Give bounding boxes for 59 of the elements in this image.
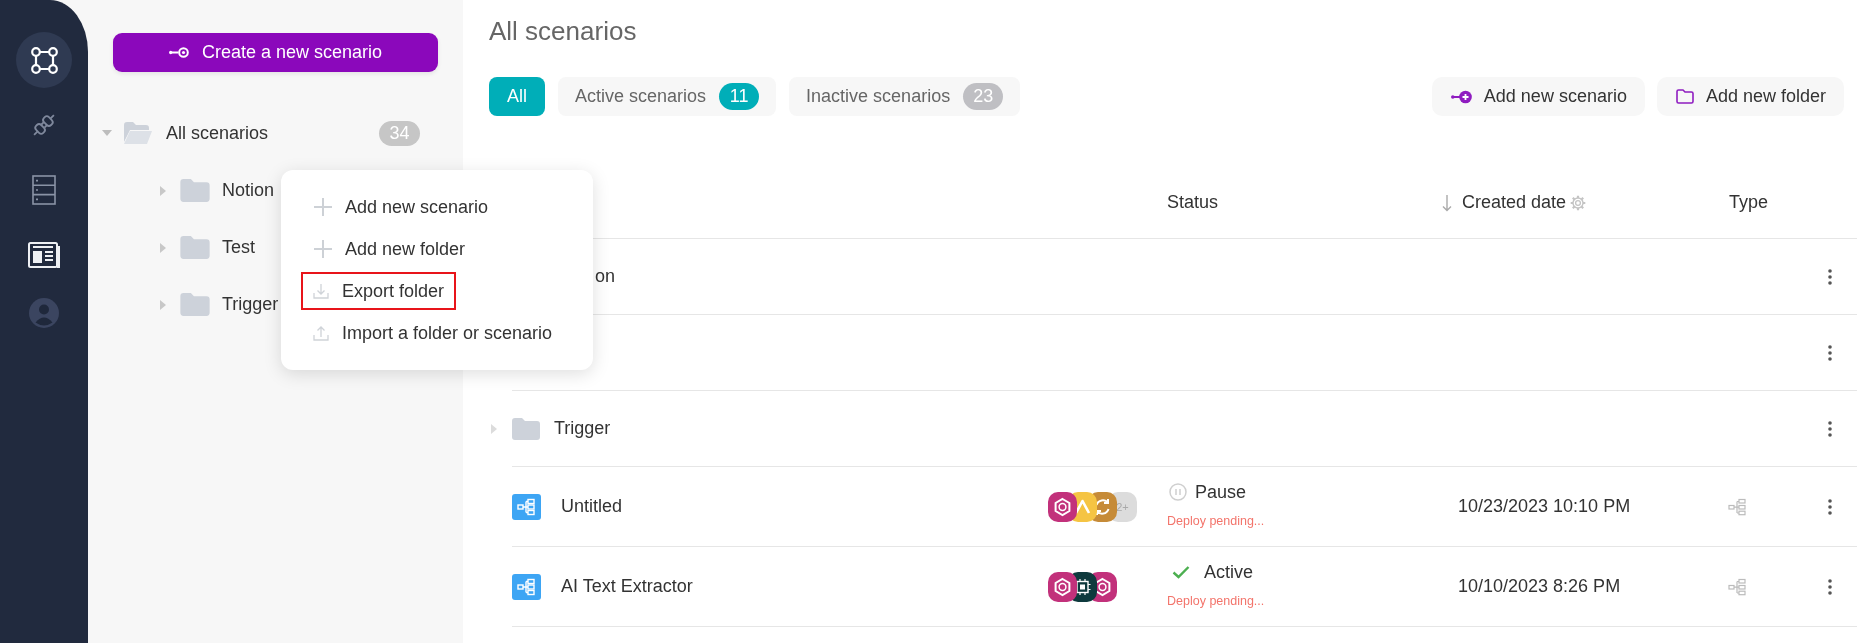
created-date: 10/10/2023 8:26 PM (1458, 576, 1621, 596)
pause-icon (1169, 483, 1187, 501)
add-folder-button[interactable]: Add new folder (1656, 77, 1844, 116)
check-icon (1172, 565, 1190, 579)
column-header[interactable]: Status (1167, 192, 1219, 213)
avatar-icon (29, 298, 59, 328)
flow-icon (30, 46, 58, 74)
more-options-icon[interactable] (1828, 344, 1832, 361)
count-badge: 34 (379, 120, 420, 146)
folder-icon (180, 293, 210, 316)
tree-item-label[interactable]: All scenarios (166, 122, 269, 144)
sort-descending-icon[interactable] (1442, 193, 1452, 212)
count-badge: 11 (719, 83, 760, 110)
connector-icon (168, 47, 189, 58)
nav-button[interactable] (16, 32, 72, 88)
more-options-icon[interactable] (1828, 498, 1832, 515)
plus-icon (313, 239, 333, 259)
folder-name[interactable]: Trigger (554, 418, 611, 439)
filter-tab[interactable]: Active scenarios 11 (558, 77, 777, 116)
tree-item-label[interactable]: Test (222, 237, 255, 258)
menu-item[interactable]: Add new folder (301, 230, 478, 268)
folder-outline-icon (1675, 89, 1694, 104)
download-icon (313, 283, 329, 299)
tree-item-label[interactable]: Notion (222, 180, 275, 201)
flowchart-icon (512, 573, 541, 600)
menu-item[interactable]: Export folder (301, 272, 457, 310)
server-icon (32, 175, 56, 205)
newspaper-icon (28, 242, 60, 268)
flowchart-icon (512, 493, 541, 520)
status-label: Active (1204, 561, 1254, 583)
more-options-icon[interactable] (1828, 420, 1832, 437)
page-title: All scenarios (489, 16, 637, 46)
status-note: Deploy pending... (1167, 513, 1265, 528)
status-label: Pause (1195, 481, 1247, 503)
add-scenario-button[interactable]: Add new scenario (1431, 77, 1645, 116)
created-date: 10/23/2023 10:10 PM (1458, 496, 1631, 516)
flowchart-icon (1728, 497, 1746, 516)
scenario-name[interactable]: AI Text Extractor (561, 576, 693, 597)
menu-item[interactable]: Import a folder or scenario (301, 314, 565, 352)
column-header[interactable]: Type (1729, 192, 1769, 213)
folder-name[interactable]: on (595, 266, 616, 287)
count-badge: 23 (963, 83, 1004, 110)
more-options-icon[interactable] (1828, 268, 1832, 285)
menu-item[interactable]: Add new scenario (301, 188, 501, 226)
filter-tab[interactable]: Inactive scenarios 23 (789, 77, 1021, 116)
folder-icon (180, 179, 210, 202)
tree-item-label[interactable]: Trigger (222, 294, 279, 315)
more-options-icon[interactable] (1828, 578, 1832, 595)
status-note: Deploy pending... (1167, 593, 1265, 608)
flowchart-icon (1728, 577, 1746, 596)
plus-icon (313, 197, 333, 217)
upload-icon (313, 325, 329, 341)
folder-icon (512, 417, 540, 440)
scenario-name[interactable]: Untitled (561, 496, 623, 517)
folder-icon (180, 236, 210, 259)
create-scenario-button[interactable]: Create a new scenario (113, 33, 438, 72)
column-header[interactable]: Created date (1462, 192, 1567, 213)
folder-open-icon (124, 122, 152, 144)
connector-plus-icon (1450, 89, 1472, 104)
